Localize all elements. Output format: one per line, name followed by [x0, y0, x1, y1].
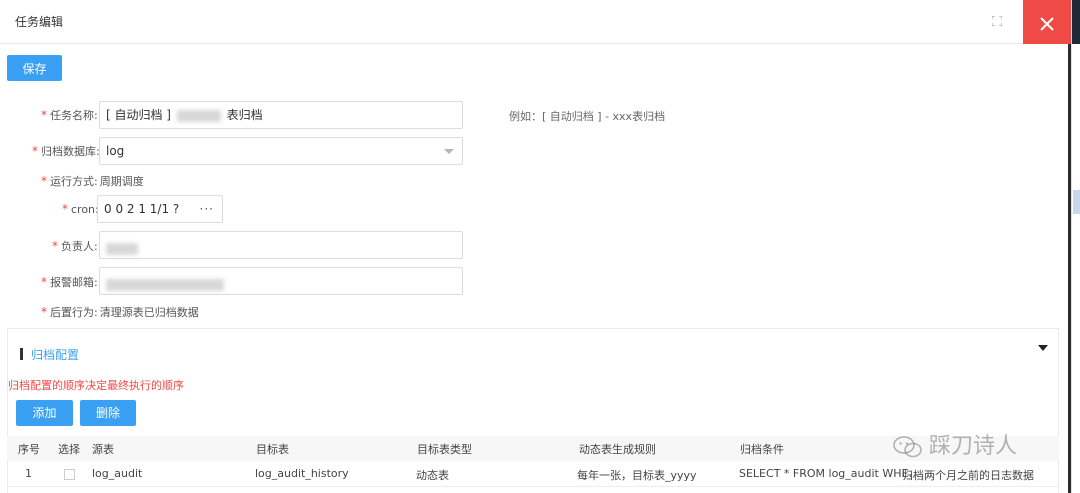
task-name-hint: 例如：[ 自动归档 ] - xxx表归档	[509, 110, 666, 123]
row-checkbox[interactable]	[64, 469, 75, 480]
alert-email-input[interactable]	[99, 267, 463, 295]
owner-label: * 负责人:	[52, 239, 98, 253]
task-name-label: * 任务名称:	[41, 108, 98, 122]
watermark-text: 踩刀诗人	[929, 434, 1018, 459]
col-condition: 归档条件	[740, 443, 784, 456]
post-action-row: * 后置行为: 清理源表已归档数据	[41, 305, 199, 319]
col-rule: 动态表生成规则	[579, 443, 656, 456]
alert-email-label: * 报警邮箱:	[41, 275, 98, 289]
more-icon[interactable]: ···	[200, 196, 214, 222]
section-marker	[20, 348, 23, 360]
col-select: 选择	[58, 443, 80, 456]
col-source: 源表	[92, 443, 114, 456]
redacted-text	[106, 242, 138, 255]
archive-db-value: log	[106, 144, 125, 158]
row-source: log_audit	[92, 467, 143, 480]
dialog-title: 任务编辑	[15, 15, 64, 29]
task-name-prefix: [ 自动归档 ]	[106, 108, 171, 122]
task-name-input[interactable]: [ 自动归档 ] 表归档	[99, 101, 463, 129]
scrollbar-thumb[interactable]	[1073, 190, 1080, 214]
archive-db-label: * 归档数据库:	[32, 144, 100, 158]
watermark: 踩刀诗人	[893, 428, 1017, 460]
row-target-type: 动态表	[416, 469, 449, 482]
close-icon	[1040, 16, 1054, 31]
cron-input[interactable]: 0 0 2 1 1/1 ? ···	[97, 195, 223, 223]
run-mode-label: 运行方式:	[50, 175, 98, 188]
maximize-icon[interactable]	[987, 12, 1007, 32]
chevron-down-icon	[444, 149, 454, 154]
cron-label: * cron:	[62, 202, 99, 216]
owner-input[interactable]	[99, 231, 463, 259]
row-index: 1	[25, 467, 32, 480]
save-button[interactable]: 保存	[7, 55, 62, 81]
run-mode-row: * 运行方式: 周期调度	[41, 174, 144, 188]
collapse-icon[interactable]	[1038, 345, 1048, 351]
post-action-value: 清理源表已归档数据	[99, 306, 199, 319]
task-name-suffix: 表归档	[226, 108, 263, 122]
task-edit-dialog: 任务编辑 保存 * 任务名称: [ 自动归档 ] 表归档 例如：[ 自动归档 ] …	[0, 0, 1071, 493]
archive-order-warning: 归档配置的顺序决定最终执行的顺序	[8, 379, 184, 392]
row-target: log_audit_history	[255, 467, 349, 480]
run-mode-value: 周期调度	[99, 175, 144, 188]
delete-button[interactable]: 删除	[80, 400, 136, 426]
col-target-type: 目标表类型	[417, 443, 472, 456]
background-page-edge	[1071, 0, 1080, 493]
redacted-text	[106, 278, 224, 291]
post-action-label: 后置行为:	[50, 306, 98, 319]
dialog-title-bar: 任务编辑	[0, 0, 1071, 44]
row-rule: 每年一张，目标表_yyyy	[577, 469, 697, 482]
archive-config-title[interactable]: 归档配置	[31, 346, 79, 363]
close-button[interactable]	[1023, 0, 1071, 44]
redacted-text	[176, 109, 221, 122]
wechat-icon	[893, 436, 922, 458]
archive-db-select[interactable]: log	[99, 137, 463, 165]
cron-value: 0 0 2 1 1/1 ?	[104, 202, 180, 216]
row-condition: SELECT * FROM log_audit WHE…	[739, 467, 920, 480]
col-target: 目标表	[256, 443, 289, 456]
col-index: 序号	[18, 443, 40, 456]
add-button[interactable]: 添加	[16, 400, 73, 426]
row-note: 归档两个月之前的日志数据	[902, 469, 1034, 482]
table-row[interactable]: 1 log_audit log_audit_history 动态表 每年一张，目…	[7, 461, 1059, 487]
